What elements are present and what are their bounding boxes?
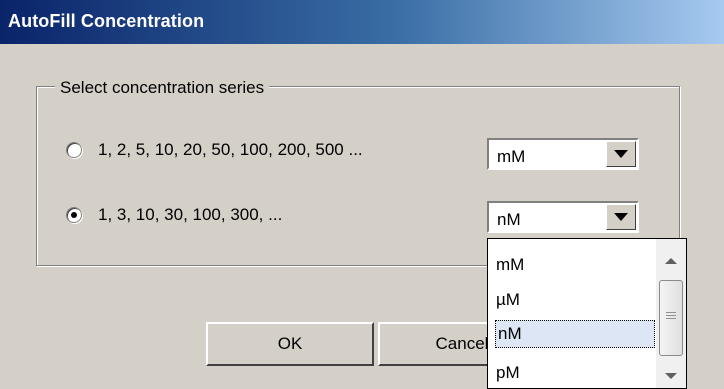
grip-line [666,312,676,313]
unit-select-series-1[interactable]: mM [487,138,639,170]
title-bar[interactable]: AutoFill Concentration [0,0,724,44]
radio-button-series-1[interactable] [66,142,82,158]
unit-select-series-2[interactable]: nM [487,201,639,233]
series-option-1[interactable]: 1, 2, 5, 10, 20, 50, 100, 200, 500 ... [66,140,363,160]
chevron-down-icon [614,213,628,221]
dropdown-option-pm[interactable]: pM [496,363,520,383]
scrollbar-thumb[interactable] [659,280,683,356]
series-2-label: 1, 3, 10, 30, 100, 300, ... [98,205,283,224]
grip-line [666,318,676,319]
dropdown-arrow-button[interactable] [606,141,636,167]
series-option-2[interactable]: 1, 3, 10, 30, 100, 300, ... [66,205,282,225]
dropdown-arrow-button[interactable] [606,204,636,230]
series-1-label: 1, 2, 5, 10, 20, 50, 100, 200, 500 ... [98,140,363,159]
unit-dropdown-list[interactable]: mM µM nM pM [487,238,687,389]
chevron-down-icon [614,150,628,158]
dropdown-option-nm[interactable]: nM [495,320,655,348]
radio-selected-dot [71,212,77,218]
dropdown-option-mm[interactable]: mM [496,255,524,275]
unit-select-series-2-value: nM [497,210,521,229]
unit-select-series-1-value: mM [497,147,526,166]
dropdown-option-um[interactable]: µM [496,290,520,310]
groupbox-legend: Select concentration series [55,78,270,98]
dropdown-scrollbar[interactable] [656,239,686,388]
radio-button-series-2[interactable] [66,207,82,223]
scroll-down-arrow-icon[interactable] [665,373,677,379]
ok-button[interactable]: OK [206,322,374,366]
scroll-up-arrow-icon[interactable] [665,258,677,264]
window-title: AutoFill Concentration [8,11,205,31]
grip-line [666,315,676,316]
